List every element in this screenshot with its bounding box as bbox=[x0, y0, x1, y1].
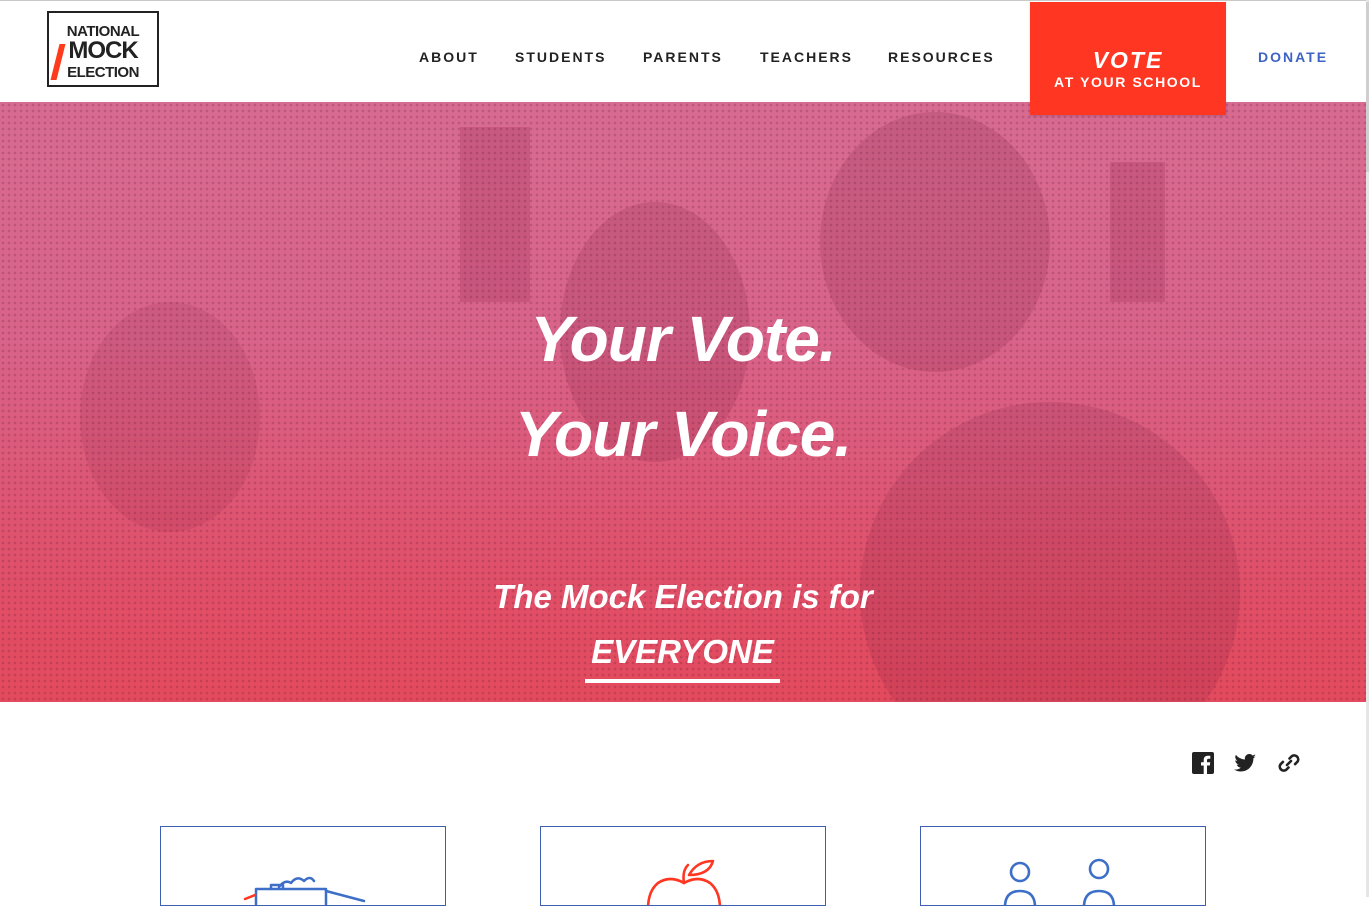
hero-headline-1: Your Vote. bbox=[530, 303, 836, 375]
nav-students[interactable]: STUDENTS bbox=[515, 49, 606, 65]
card-teachers[interactable] bbox=[540, 826, 826, 906]
people-icon bbox=[1003, 858, 1116, 905]
nav-about[interactable]: ABOUT bbox=[419, 49, 479, 65]
twitter-icon[interactable] bbox=[1232, 750, 1258, 776]
nav-teachers[interactable]: TEACHERS bbox=[760, 49, 853, 65]
hero-highlight-underline bbox=[585, 679, 780, 683]
logo-line-3: ELECTION bbox=[67, 64, 139, 81]
site-logo[interactable]: NATIONAL MOCK ELECTION bbox=[47, 11, 159, 87]
hero-headline-2: Your Voice. bbox=[514, 398, 852, 470]
apple-icon bbox=[646, 859, 722, 905]
card-parents[interactable] bbox=[920, 826, 1206, 906]
classroom-bus-icon bbox=[243, 876, 366, 905]
site-header: NATIONAL MOCK ELECTION ABOUT STUDENTS PA… bbox=[0, 1, 1366, 115]
vote-button-subtitle: AT YOUR SCHOOL bbox=[1054, 74, 1202, 90]
nav-parents[interactable]: PARENTS bbox=[643, 49, 723, 65]
hero-subline: The Mock Election is for bbox=[493, 578, 873, 615]
link-icon[interactable] bbox=[1276, 750, 1302, 776]
nav-resources[interactable]: RESOURCES bbox=[888, 49, 995, 65]
vote-at-your-school-button[interactable]: VOTE AT YOUR SCHOOL bbox=[1030, 2, 1226, 115]
hero-highlight-word: EVERYONE bbox=[591, 633, 774, 670]
card-students[interactable] bbox=[160, 826, 446, 906]
donate-link[interactable]: DONATE bbox=[1258, 49, 1328, 65]
logo-line-2: MOCK bbox=[68, 37, 138, 64]
facebook-icon[interactable] bbox=[1190, 750, 1216, 776]
vote-button-title: VOTE bbox=[1092, 47, 1164, 73]
hero-banner: Your Vote. Your Voice. The Mock Election… bbox=[0, 102, 1366, 702]
